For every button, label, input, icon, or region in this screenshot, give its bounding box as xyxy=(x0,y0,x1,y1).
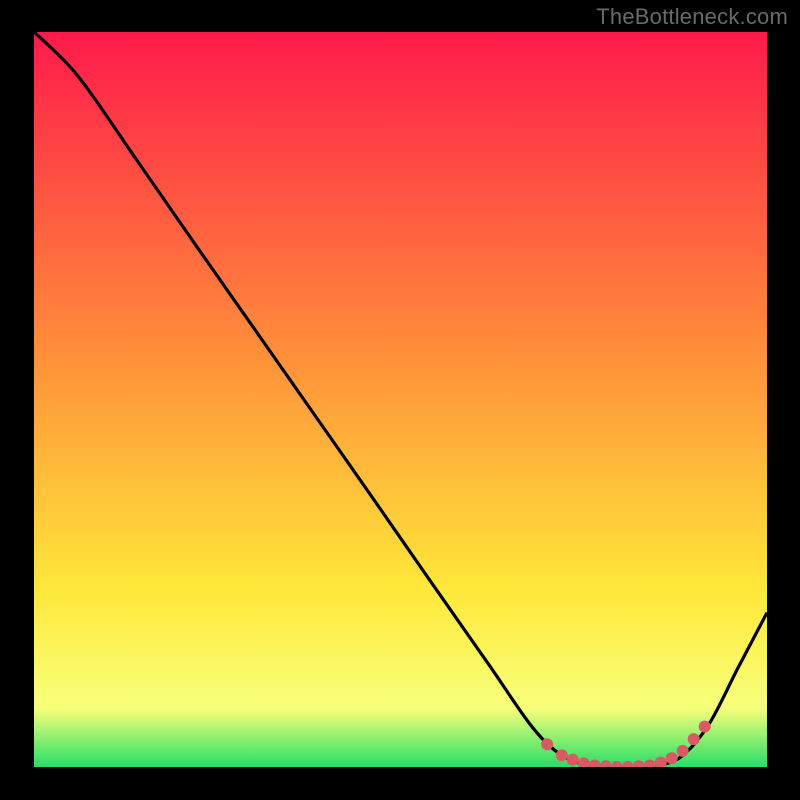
bottleneck-chart xyxy=(34,32,767,767)
sweet-spot-point xyxy=(677,745,689,757)
sweet-spot-point xyxy=(688,733,700,745)
attribution-text: TheBottleneck.com xyxy=(596,4,788,30)
chart-frame: TheBottleneck.com xyxy=(0,0,800,800)
sweet-spot-point xyxy=(556,749,568,761)
sweet-spot-point xyxy=(699,721,711,733)
sweet-spot-point xyxy=(541,738,553,750)
plot-area xyxy=(34,32,767,767)
gradient-background xyxy=(34,32,767,767)
sweet-spot-point xyxy=(666,752,678,764)
sweet-spot-point xyxy=(567,754,579,766)
